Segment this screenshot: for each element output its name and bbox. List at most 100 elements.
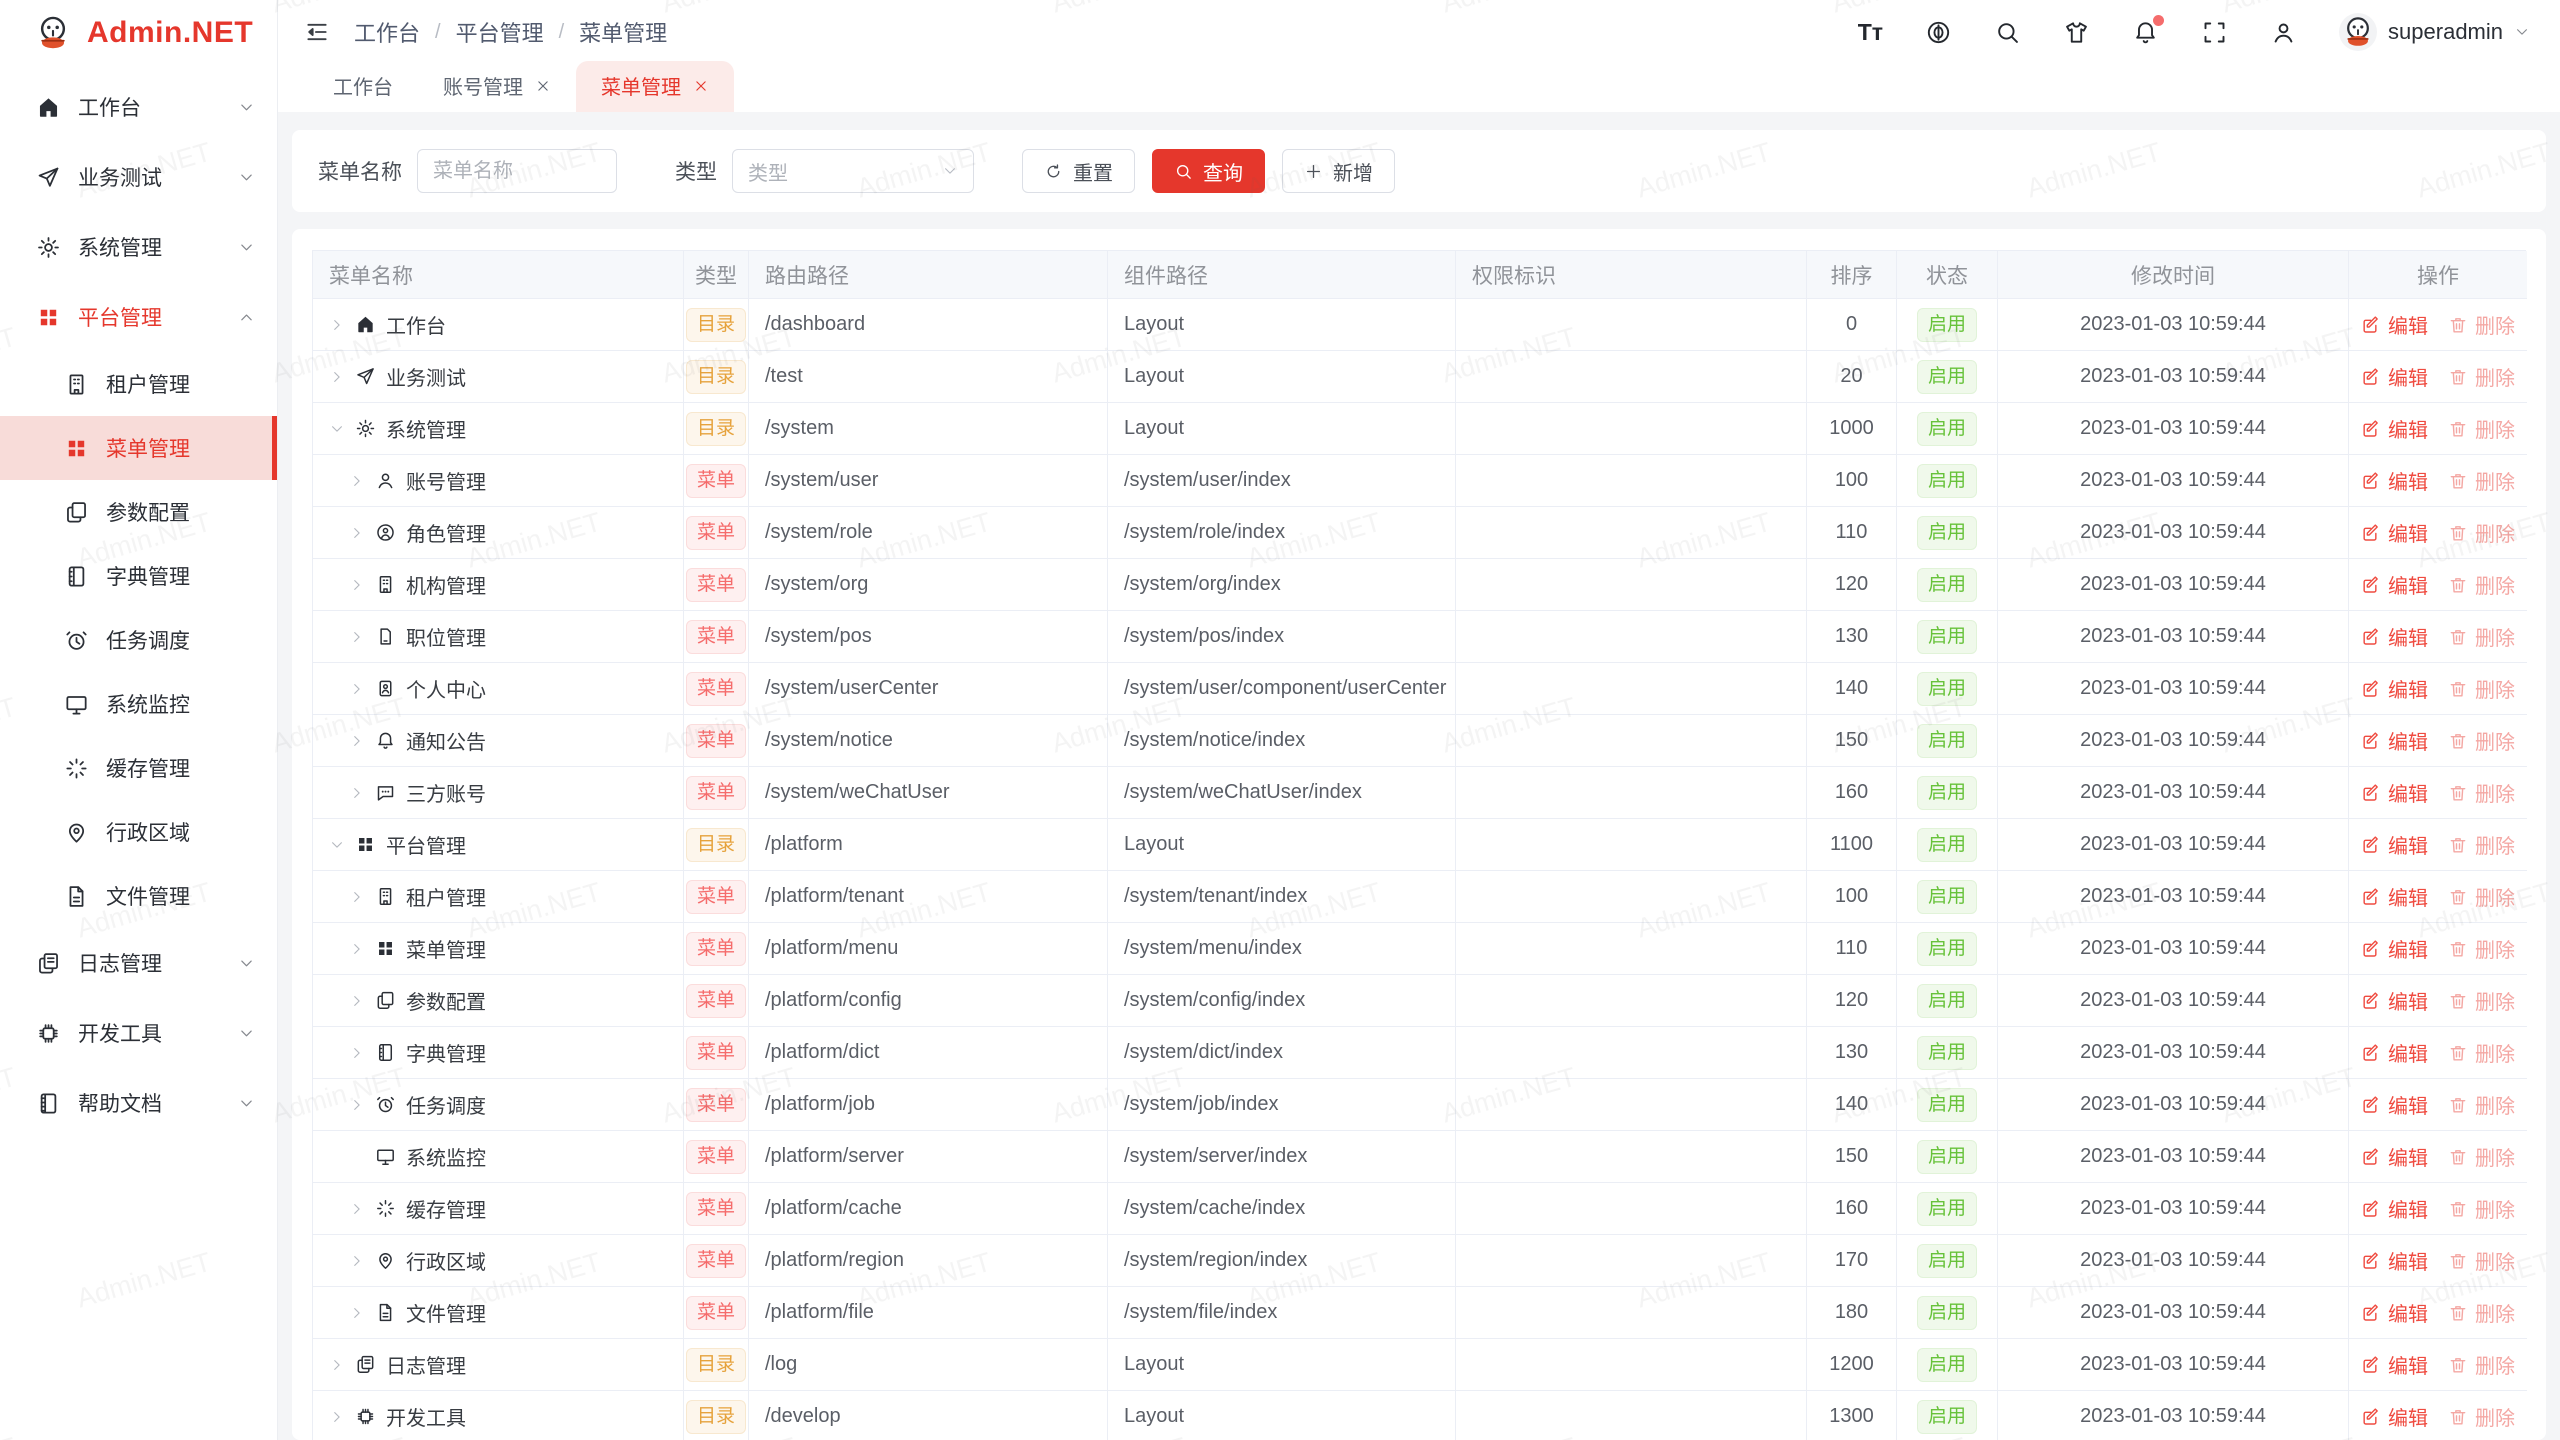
expand-row-icon[interactable] bbox=[349, 525, 365, 541]
menu-name-input[interactable] bbox=[417, 149, 617, 193]
profile-icon[interactable] bbox=[2270, 19, 2297, 46]
sidebar-item-文件管理[interactable]: 文件管理 bbox=[0, 864, 277, 928]
sidebar-item-工作台[interactable]: 工作台 bbox=[0, 72, 277, 142]
close-tab-icon[interactable] bbox=[535, 78, 551, 94]
delete-button[interactable]: 删除 bbox=[2448, 310, 2515, 339]
edit-button[interactable]: 编辑 bbox=[2361, 1142, 2428, 1171]
expand-row-icon[interactable] bbox=[329, 317, 345, 333]
expand-row-icon[interactable] bbox=[329, 1357, 345, 1373]
delete-button[interactable]: 删除 bbox=[2448, 882, 2515, 911]
tab-菜单管理[interactable]: 菜单管理 bbox=[576, 61, 734, 112]
edit-button[interactable]: 编辑 bbox=[2361, 1038, 2428, 1067]
delete-button[interactable]: 删除 bbox=[2448, 622, 2515, 651]
edit-button[interactable]: 编辑 bbox=[2361, 726, 2428, 755]
sidebar-item-行政区域[interactable]: 行政区域 bbox=[0, 800, 277, 864]
edit-button[interactable]: 编辑 bbox=[2361, 518, 2428, 547]
query-button[interactable]: 查询 bbox=[1152, 149, 1265, 193]
expand-row-icon[interactable] bbox=[349, 733, 365, 749]
sidebar-item-任务调度[interactable]: 任务调度 bbox=[0, 608, 277, 672]
delete-button[interactable]: 删除 bbox=[2448, 778, 2515, 807]
expand-row-icon[interactable] bbox=[329, 1409, 345, 1425]
edit-button[interactable]: 编辑 bbox=[2361, 934, 2428, 963]
delete-button[interactable]: 删除 bbox=[2448, 1298, 2515, 1327]
expand-row-icon[interactable] bbox=[329, 837, 345, 853]
sidebar-item-菜单管理[interactable]: 菜单管理 bbox=[0, 416, 277, 480]
edit-button[interactable]: 编辑 bbox=[2361, 778, 2428, 807]
tab-账号管理[interactable]: 账号管理 bbox=[418, 61, 576, 112]
sidebar-item-租户管理[interactable]: 租户管理 bbox=[0, 352, 277, 416]
breadcrumb-item[interactable]: 工作台 bbox=[354, 16, 420, 48]
delete-button[interactable]: 删除 bbox=[2448, 1038, 2515, 1067]
breadcrumb-item[interactable]: 菜单管理 bbox=[579, 16, 667, 48]
delete-button[interactable]: 删除 bbox=[2448, 518, 2515, 547]
collapse-sidebar-icon[interactable] bbox=[304, 19, 330, 45]
expand-row-icon[interactable] bbox=[349, 889, 365, 905]
delete-button[interactable]: 删除 bbox=[2448, 570, 2515, 599]
expand-row-icon[interactable] bbox=[329, 369, 345, 385]
user-menu[interactable]: superadmin bbox=[2339, 13, 2530, 51]
expand-row-icon[interactable] bbox=[349, 993, 365, 1009]
font-size-icon[interactable]: Tт bbox=[1858, 19, 1883, 46]
delete-button[interactable]: 删除 bbox=[2448, 986, 2515, 1015]
type-select[interactable]: 类型 bbox=[732, 149, 974, 193]
edit-button[interactable]: 编辑 bbox=[2361, 362, 2428, 391]
delete-button[interactable]: 删除 bbox=[2448, 934, 2515, 963]
sidebar-item-缓存管理[interactable]: 缓存管理 bbox=[0, 736, 277, 800]
delete-button[interactable]: 删除 bbox=[2448, 1142, 2515, 1171]
expand-row-icon[interactable] bbox=[329, 421, 345, 437]
breadcrumb-item[interactable]: 平台管理 bbox=[456, 16, 544, 48]
sidebar-item-参数配置[interactable]: 参数配置 bbox=[0, 480, 277, 544]
sidebar-item-字典管理[interactable]: 字典管理 bbox=[0, 544, 277, 608]
delete-button[interactable]: 删除 bbox=[2448, 1402, 2515, 1431]
fullscreen-icon[interactable] bbox=[2201, 19, 2228, 46]
delete-button[interactable]: 删除 bbox=[2448, 1090, 2515, 1119]
edit-button[interactable]: 编辑 bbox=[2361, 414, 2428, 443]
delete-button[interactable]: 删除 bbox=[2448, 726, 2515, 755]
search-icon[interactable] bbox=[1994, 19, 2021, 46]
delete-button[interactable]: 删除 bbox=[2448, 414, 2515, 443]
expand-row-icon[interactable] bbox=[349, 1253, 365, 1269]
expand-row-icon[interactable] bbox=[349, 1201, 365, 1217]
edit-button[interactable]: 编辑 bbox=[2361, 882, 2428, 911]
expand-row-icon[interactable] bbox=[349, 577, 365, 593]
expand-row-icon[interactable] bbox=[349, 1045, 365, 1061]
edit-button[interactable]: 编辑 bbox=[2361, 830, 2428, 859]
edit-button[interactable]: 编辑 bbox=[2361, 674, 2428, 703]
delete-button[interactable]: 删除 bbox=[2448, 674, 2515, 703]
add-button[interactable]: 新增 bbox=[1282, 149, 1395, 193]
delete-button[interactable]: 删除 bbox=[2448, 362, 2515, 391]
expand-row-icon[interactable] bbox=[349, 629, 365, 645]
reset-button[interactable]: 重置 bbox=[1022, 149, 1135, 193]
edit-button[interactable]: 编辑 bbox=[2361, 310, 2428, 339]
sidebar-item-系统管理[interactable]: 系统管理 bbox=[0, 212, 277, 282]
expand-row-icon[interactable] bbox=[349, 941, 365, 957]
delete-button[interactable]: 删除 bbox=[2448, 1350, 2515, 1379]
edit-button[interactable]: 编辑 bbox=[2361, 622, 2428, 651]
delete-button[interactable]: 删除 bbox=[2448, 830, 2515, 859]
expand-row-icon[interactable] bbox=[349, 473, 365, 489]
edit-button[interactable]: 编辑 bbox=[2361, 1402, 2428, 1431]
sidebar-item-帮助文档[interactable]: 帮助文档 bbox=[0, 1068, 277, 1138]
sidebar-item-业务测试[interactable]: 业务测试 bbox=[0, 142, 277, 212]
edit-button[interactable]: 编辑 bbox=[2361, 1194, 2428, 1223]
edit-button[interactable]: 编辑 bbox=[2361, 986, 2428, 1015]
language-icon[interactable] bbox=[1925, 19, 1952, 46]
expand-row-icon[interactable] bbox=[349, 1305, 365, 1321]
expand-row-icon[interactable] bbox=[349, 1097, 365, 1113]
close-tab-icon[interactable] bbox=[693, 78, 709, 94]
expand-row-icon[interactable] bbox=[349, 785, 365, 801]
edit-button[interactable]: 编辑 bbox=[2361, 466, 2428, 495]
sidebar-item-日志管理[interactable]: 日志管理 bbox=[0, 928, 277, 998]
edit-button[interactable]: 编辑 bbox=[2361, 1090, 2428, 1119]
delete-button[interactable]: 删除 bbox=[2448, 1194, 2515, 1223]
delete-button[interactable]: 删除 bbox=[2448, 466, 2515, 495]
edit-button[interactable]: 编辑 bbox=[2361, 1298, 2428, 1327]
delete-button[interactable]: 删除 bbox=[2448, 1246, 2515, 1275]
tab-工作台[interactable]: 工作台 bbox=[308, 61, 418, 112]
sidebar-item-开发工具[interactable]: 开发工具 bbox=[0, 998, 277, 1068]
sidebar-item-系统监控[interactable]: 系统监控 bbox=[0, 672, 277, 736]
theme-icon[interactable] bbox=[2063, 19, 2090, 46]
edit-button[interactable]: 编辑 bbox=[2361, 1246, 2428, 1275]
edit-button[interactable]: 编辑 bbox=[2361, 1350, 2428, 1379]
expand-row-icon[interactable] bbox=[349, 681, 365, 697]
